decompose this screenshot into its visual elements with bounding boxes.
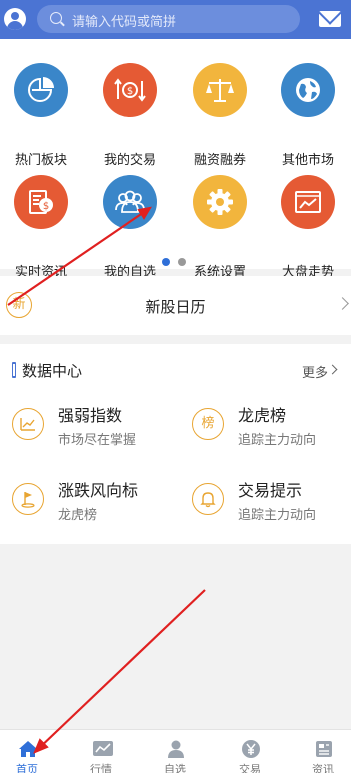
svg-text:$: $ bbox=[127, 86, 133, 97]
menu-item-watchlist[interactable]: 我的自选 bbox=[90, 175, 170, 280]
data-item-name: 龙虎榜 bbox=[238, 406, 287, 425]
chevron-right-icon[interactable] bbox=[327, 364, 338, 375]
nav-item-news[interactable]: 资讯 bbox=[288, 730, 351, 773]
nav-label: 行情 bbox=[90, 763, 112, 773]
data-item-trade-alerts[interactable]: 交易提示 追踪主力动向 bbox=[192, 477, 351, 527]
menu-item-label: 我的交易 bbox=[103, 153, 156, 168]
users-icon bbox=[103, 175, 157, 229]
dollar-arrows-icon: $ bbox=[103, 63, 157, 117]
menu-item-label: 热门板块 bbox=[14, 153, 67, 168]
strength-chart-icon bbox=[12, 408, 44, 440]
news-icon bbox=[314, 739, 334, 759]
data-item-desc: 市场尽在掌握 bbox=[58, 433, 137, 448]
data-item-name: 涨跌风向标 bbox=[58, 481, 139, 500]
menu-item-settings[interactable]: 系统设置 bbox=[180, 175, 260, 280]
menu-item-news[interactable]: $ 实时资讯 bbox=[1, 175, 81, 280]
globe-icon bbox=[281, 63, 335, 117]
data-item-name: 强弱指数 bbox=[58, 406, 123, 425]
nav-label: 自选 bbox=[164, 763, 186, 773]
menu-item-market-trend[interactable]: 大盘走势 bbox=[268, 175, 348, 280]
data-item-trend-vane[interactable]: 涨跌风向标 龙虎榜 bbox=[12, 477, 182, 527]
data-item-desc: 追踪主力动向 bbox=[238, 433, 317, 448]
search-input[interactable]: 请输入代码或简拼 bbox=[37, 5, 300, 33]
mail-icon[interactable] bbox=[319, 11, 341, 27]
menu-item-my-trades[interactable]: $ 我的交易 bbox=[90, 63, 170, 168]
data-item-desc: 龙虎榜 bbox=[58, 508, 98, 523]
bottom-nav: 首页 行情 自选 交易 资讯 bbox=[0, 729, 351, 773]
scale-icon bbox=[193, 63, 247, 117]
pie-chart-icon bbox=[14, 63, 68, 117]
annotation-arrow bbox=[33, 589, 206, 754]
flag-icon bbox=[12, 483, 44, 515]
page-dot[interactable] bbox=[178, 258, 186, 266]
top-bar: 请输入代码或简拼 bbox=[0, 0, 351, 39]
nav-label: 首页 bbox=[16, 763, 38, 773]
data-item-desc: 追踪主力动向 bbox=[238, 508, 317, 523]
menu-item-label: 其他市场 bbox=[281, 153, 334, 168]
nav-item-home[interactable]: 首页 bbox=[0, 730, 62, 773]
market-chart-icon bbox=[92, 739, 113, 759]
section-marker bbox=[12, 362, 16, 378]
data-item-strength-index[interactable]: 强弱指数 市场尽在掌握 bbox=[12, 402, 182, 452]
data-item-name: 交易提示 bbox=[238, 481, 303, 500]
data-center-title: 数据中心 bbox=[22, 362, 83, 380]
home-icon bbox=[18, 739, 38, 759]
yen-coin-icon bbox=[241, 739, 261, 759]
gear-icon bbox=[193, 175, 247, 229]
menu-item-label: 融资融券 bbox=[193, 153, 246, 168]
menu-item-other-markets[interactable]: 其他市场 bbox=[268, 63, 348, 168]
svg-text:$: $ bbox=[43, 201, 49, 212]
nav-item-watchlist[interactable]: 自选 bbox=[140, 730, 210, 773]
bell-icon bbox=[192, 483, 224, 515]
page-dot-active bbox=[162, 258, 170, 266]
menu-item-hot-sectors[interactable]: 热门板块 bbox=[1, 63, 81, 168]
menu-item-margin-trading[interactable]: 融资融券 bbox=[180, 63, 260, 168]
search-icon bbox=[50, 12, 62, 24]
nav-item-market[interactable]: 行情 bbox=[66, 730, 136, 773]
nav-label: 交易 bbox=[239, 763, 261, 773]
ranking-badge-icon: 榜 bbox=[192, 408, 224, 440]
person-icon bbox=[166, 739, 186, 759]
nav-label: 资讯 bbox=[312, 763, 334, 773]
menu-grid: 热门板块 $ 我的交易 融资融券 其他市场 $ 实时资讯 我的自选 系统设置 大… bbox=[0, 39, 351, 280]
data-center-section: 数据中心 更多 强弱指数 市场尽在掌握 榜 龙虎榜 追踪主力动向 涨跌风向标 龙… bbox=[0, 344, 351, 544]
more-link[interactable]: 更多 bbox=[302, 362, 328, 381]
ipo-calendar-title: 新股日历 bbox=[145, 298, 206, 316]
ipo-calendar-row[interactable]: 新 新股日历 bbox=[0, 276, 351, 335]
data-item-dragon-tiger[interactable]: 榜 龙虎榜 追踪主力动向 bbox=[192, 402, 351, 452]
trend-chart-icon bbox=[281, 175, 335, 229]
nav-item-trade[interactable]: 交易 bbox=[215, 730, 285, 773]
user-avatar-icon[interactable] bbox=[4, 8, 26, 30]
document-dollar-icon: $ bbox=[14, 175, 68, 229]
search-placeholder: 请输入代码或简拼 bbox=[72, 15, 177, 30]
